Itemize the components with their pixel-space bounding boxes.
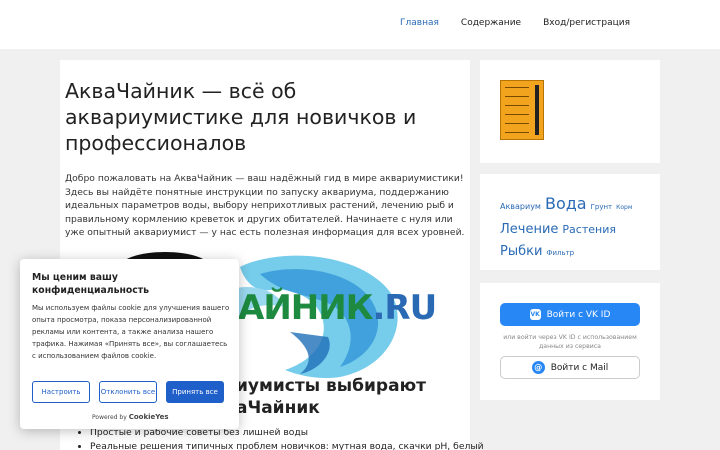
sidebar-widget-tags: Аквариум Вода Грунт Корм Лечение Растения Ры… (480, 174, 660, 270)
vk-login-button[interactable]: VK Войти с VK ID (500, 303, 640, 326)
cookie-title: Мы ценим вашу конфиденциальность (32, 272, 150, 296)
cookie-consent-banner: Мы ценим вашу конфиденциальность Мы испо… (20, 259, 239, 429)
tag-link[interactable]: Фильтр (546, 249, 574, 257)
cookie-reject-button[interactable]: Отклонить все (99, 381, 157, 403)
nav-login[interactable]: Вход/регистрация (543, 18, 630, 28)
cookie-powered-by[interactable]: Powered by CookieYes (92, 413, 169, 421)
tag-link[interactable]: Аквариум (500, 202, 541, 211)
tag-link[interactable]: Лечение (500, 222, 558, 237)
nav-home[interactable]: Главная (400, 18, 439, 28)
list-item: Реальные решения типичных проблем новичк… (90, 440, 484, 450)
tag-link[interactable]: Вода (545, 194, 587, 213)
benefits-list: Простые и рабочие советы без лишней воды… (90, 426, 484, 450)
tag-link[interactable]: Грунт (591, 203, 613, 211)
book-cover-image[interactable] (500, 80, 544, 140)
cookie-accept-button[interactable]: Принять все (166, 381, 224, 403)
section-heading: иумисты выбирают аЧайник (236, 376, 426, 418)
cookieyes-brand: CookieYes (128, 413, 169, 421)
intro-paragraph: Добро пожаловать на АкваЧайник — ваш над… (65, 173, 465, 238)
main-nav: Главная Содержание Вход/регистрация (400, 18, 630, 28)
book-spine (535, 85, 539, 135)
site-logo-text: АЙНИК.RU (238, 288, 437, 328)
tag-link[interactable]: Корм (616, 204, 632, 211)
mail-login-button[interactable]: @ Войти с Mail (500, 356, 640, 379)
vk-login-label: Войти с VK ID (546, 309, 611, 320)
sidebar-widget-book (480, 60, 660, 163)
mail-at-icon: @ (531, 361, 545, 374)
tag-cloud: Аквариум Вода Грунт Корм Лечение Растения Ры… (500, 194, 650, 263)
vk-login-note: или войти через VK ID с использованием д… (503, 334, 637, 350)
book-lines (505, 87, 529, 141)
vk-icon: VK (529, 309, 541, 320)
tag-link[interactable]: Растения (562, 223, 616, 236)
logo-text-main: АЙНИК (238, 288, 373, 328)
logo-text-ru: .RU (372, 288, 437, 328)
sidebar-widget-login: VK Войти с VK ID или войти через VK ID с… (480, 283, 660, 400)
nav-contents[interactable]: Содержание (461, 18, 521, 28)
tag-link[interactable]: Рыбки (500, 244, 542, 259)
mail-login-label: Войти с Mail (550, 362, 609, 373)
cookie-customize-button[interactable]: Настроить (32, 381, 90, 403)
powered-by-prefix: Powered by (92, 414, 127, 421)
top-header: Главная Содержание Вход/регистрация (0, 0, 720, 49)
page-title: АкваЧайник — всё об аквариумистике для н… (65, 79, 417, 155)
cookie-text: Мы используем файлы cookie для улучшения… (32, 304, 230, 360)
